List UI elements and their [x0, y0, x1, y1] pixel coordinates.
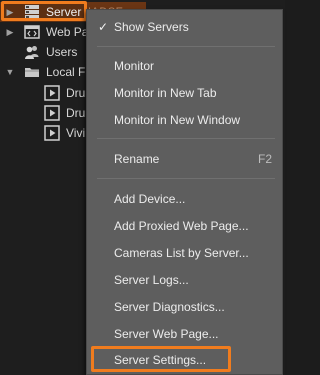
checkmark-icon: ✓ — [98, 20, 109, 34]
expand-arrow-icon[interactable]: ▶ — [5, 26, 15, 38]
menu-item-shortcut: F2 — [257, 152, 272, 166]
tree-item-label: Local F — [46, 65, 86, 79]
tree-item-web-page[interactable]: ▶ Web Pa — [0, 22, 90, 42]
menu-item-label: Monitor in New Window — [114, 113, 241, 127]
folder-icon — [24, 64, 40, 80]
menu-separator — [97, 138, 275, 139]
menu-item-label: Monitor — [114, 59, 155, 73]
video-file-icon — [44, 85, 60, 101]
menu-item-monitor-new-window[interactable]: Monitor in New Window — [87, 107, 282, 133]
tree-item-video-file[interactable]: Dru — [0, 83, 90, 103]
users-icon — [24, 44, 40, 60]
tree-item-video-file[interactable]: Vivi — [0, 123, 90, 143]
menu-item-label: Monitor in New Tab — [114, 86, 217, 100]
menu-separator — [97, 178, 275, 179]
menu-item-label: Server Diagnostics... — [114, 300, 225, 314]
menu-item-add-device[interactable]: Add Device... — [87, 186, 282, 212]
menu-item-server-web-page[interactable]: Server Web Page... — [87, 321, 282, 347]
menu-item-cameras-list-by-server[interactable]: Cameras List by Server... — [87, 240, 282, 266]
menu-item-label: Rename — [114, 152, 160, 166]
tree-item-label: Dru — [66, 106, 86, 120]
menu-item-label: Show Servers — [114, 20, 189, 34]
menu-item-label: Add Device... — [114, 192, 186, 206]
highlight-frame-server-settings — [91, 346, 231, 372]
menu-item-label: Server Logs... — [114, 273, 189, 287]
highlight-frame-server — [1, 1, 87, 21]
video-file-icon — [44, 105, 60, 121]
video-file-icon — [44, 125, 60, 141]
web-page-icon — [24, 24, 40, 40]
menu-item-server-logs[interactable]: Server Logs... — [87, 267, 282, 293]
menu-item-label: Cameras List by Server... — [114, 246, 249, 260]
menu-item-add-proxied-web-page[interactable]: Add Proxied Web Page... — [87, 213, 282, 239]
tree-item-video-file[interactable]: Dru — [0, 103, 90, 123]
menu-item-label: Server Web Page... — [114, 327, 219, 341]
menu-item-show-servers[interactable]: ✓ Show Servers — [87, 14, 282, 40]
menu-item-server-diagnostics[interactable]: Server Diagnostics... — [87, 294, 282, 320]
context-menu: ✓ Show Servers Monitor Monitor in New Ta… — [86, 9, 283, 375]
tree-item-label: Web Pa — [46, 25, 89, 39]
tree-item-users[interactable]: Users — [0, 42, 90, 62]
tree-item-label: Users — [46, 45, 78, 59]
menu-item-monitor-new-tab[interactable]: Monitor in New Tab — [87, 80, 282, 106]
tree-item-local-files[interactable]: ▼ Local F — [0, 62, 90, 82]
menu-item-monitor[interactable]: Monitor — [87, 53, 282, 79]
menu-separator — [97, 46, 275, 47]
collapse-arrow-icon[interactable]: ▼ — [5, 66, 15, 78]
tree-item-label: Vivi — [66, 126, 86, 140]
tree-item-label: Dru — [66, 86, 86, 100]
menu-item-rename[interactable]: Rename F2 — [87, 146, 282, 172]
menu-item-label: Add Proxied Web Page... — [114, 219, 249, 233]
